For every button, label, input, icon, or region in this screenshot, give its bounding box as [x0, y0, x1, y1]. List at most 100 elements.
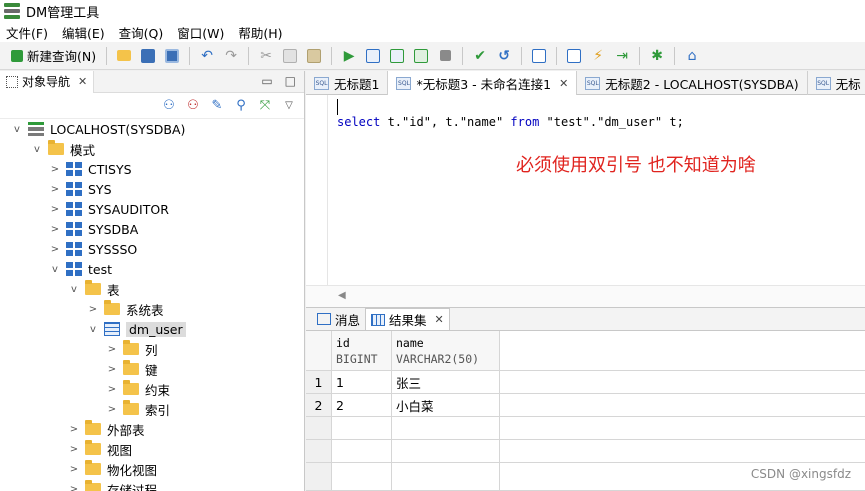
- sql-code-line[interactable]: select t."id", t."name" from "test"."dm_…: [337, 115, 684, 129]
- tree-node-schema-sys[interactable]: > SYS: [48, 179, 112, 199]
- tree-node-schema-ctisys[interactable]: > CTISYS: [48, 159, 132, 179]
- chevron-down-icon[interactable]: v: [67, 284, 81, 295]
- tree-node-materialized-views[interactable]: > 物化视图: [67, 459, 157, 479]
- tree-node-procedures[interactable]: > 存储过程: [67, 479, 157, 491]
- menu-edit[interactable]: 编辑(E): [62, 23, 105, 42]
- column-header-name[interactable]: name VARCHAR2(50): [392, 331, 500, 371]
- tree-node-views[interactable]: > 视图: [67, 439, 132, 459]
- table-row[interactable]: 1 1 张三: [306, 371, 865, 394]
- tree-node-external-tables[interactable]: > 外部表: [67, 419, 145, 439]
- tree-node-schemas[interactable]: v 模式: [30, 139, 95, 159]
- execute-script-button[interactable]: [362, 45, 384, 67]
- chevron-right-icon[interactable]: >: [48, 224, 62, 235]
- close-icon[interactable]: ✕: [78, 75, 87, 88]
- cell-name[interactable]: 小白菜: [392, 394, 500, 417]
- column-header-id[interactable]: id BIGINT: [332, 331, 392, 371]
- explain-button[interactable]: [386, 45, 408, 67]
- tab-object-navigator[interactable]: 对象导航 ✕: [0, 70, 95, 93]
- chevron-right-icon[interactable]: >: [105, 384, 119, 395]
- commit-button[interactable]: ✔: [469, 45, 491, 67]
- scroll-left-icon[interactable]: ◀: [338, 290, 346, 301]
- minimize-icon[interactable]: ▭: [261, 74, 272, 88]
- chevron-right-icon[interactable]: >: [48, 184, 62, 195]
- chevron-down-icon[interactable]: v: [10, 124, 24, 135]
- save-all-button[interactable]: [161, 45, 183, 67]
- row-number[interactable]: 1: [306, 371, 332, 394]
- tree-node-table-dm-user[interactable]: v dm_user: [86, 319, 186, 339]
- tree-node-constraints[interactable]: > 约束: [105, 379, 170, 399]
- tree-node-columns[interactable]: > 列: [105, 339, 158, 359]
- tree-node-tables[interactable]: v 表: [67, 279, 120, 299]
- chevron-right-icon[interactable]: >: [67, 444, 81, 455]
- execute-button[interactable]: ▶: [338, 45, 360, 67]
- export-button[interactable]: [410, 45, 432, 67]
- chevron-right-icon[interactable]: >: [48, 204, 62, 215]
- chevron-right-icon[interactable]: >: [105, 344, 119, 355]
- editor-horizontal-scrollbar[interactable]: ◀: [306, 285, 865, 307]
- rollback-button[interactable]: ↺: [493, 45, 515, 67]
- chevron-right-icon[interactable]: >: [48, 244, 62, 255]
- table-row[interactable]: 2 2 小白菜: [306, 394, 865, 417]
- tree-node-schema-test[interactable]: v test: [48, 259, 112, 279]
- view-menu-icon[interactable]: ▽: [280, 97, 298, 115]
- chevron-right-icon[interactable]: >: [48, 164, 62, 175]
- menu-query[interactable]: 查询(Q): [119, 23, 164, 42]
- expand-all-icon[interactable]: ⤧: [256, 97, 274, 115]
- menu-window[interactable]: 窗口(W): [177, 23, 224, 42]
- chevron-down-icon[interactable]: v: [86, 324, 100, 335]
- chevron-right-icon[interactable]: >: [67, 424, 81, 435]
- tree-node-keys[interactable]: > 键: [105, 359, 158, 379]
- tree-node-schema-sysauditor[interactable]: > SYSAUDITOR: [48, 199, 169, 219]
- tab-messages[interactable]: 消息: [312, 308, 365, 330]
- step-button[interactable]: ⇥: [611, 45, 633, 67]
- schedule-button[interactable]: [563, 45, 585, 67]
- row-number[interactable]: 2: [306, 394, 332, 417]
- debug-button[interactable]: ✱: [646, 45, 668, 67]
- chevron-right-icon[interactable]: >: [105, 404, 119, 415]
- tab-untitled-1[interactable]: SQL 无标题1: [306, 71, 389, 95]
- close-icon[interactable]: ✕: [435, 313, 444, 326]
- cut-button[interactable]: ✂: [255, 45, 277, 67]
- chevron-right-icon[interactable]: >: [86, 304, 100, 315]
- object-navigator-panel: 对象导航 ✕ ▭ □ ⚇ ⚇ ✎ ⚲ ⤧ ▽ v LOCALHOST(SYSDB…: [0, 70, 305, 491]
- tree-node-system-tables[interactable]: > 系统表: [86, 299, 164, 319]
- stop-button[interactable]: [434, 45, 456, 67]
- menu-help[interactable]: 帮助(H): [238, 23, 282, 42]
- tab-untitled-2[interactable]: SQL 无标题2 - LOCALHOST(SYSDBA): [577, 71, 808, 95]
- cell-id[interactable]: 1: [332, 371, 392, 394]
- search-icon[interactable]: ⚲: [232, 97, 250, 115]
- tree-node-schema-sysdba[interactable]: > SYSDBA: [48, 219, 138, 239]
- chevron-right-icon[interactable]: >: [105, 364, 119, 375]
- tab-untitled-overflow[interactable]: SQL 无标: [808, 71, 865, 95]
- menu-file[interactable]: 文件(F): [6, 23, 48, 42]
- open-button[interactable]: [113, 45, 135, 67]
- connect-icon[interactable]: ⚇: [160, 97, 178, 115]
- tree-node-schema-syssso[interactable]: > SYSSSO: [48, 239, 137, 259]
- copy-button[interactable]: [279, 45, 301, 67]
- tab-untitled-3[interactable]: SQL *无标题3 - 未命名连接1 ✕: [388, 71, 578, 95]
- analyze-button[interactable]: ⚡: [587, 45, 609, 67]
- paste-button[interactable]: [303, 45, 325, 67]
- new-query-button[interactable]: 新建查询(N): [7, 45, 100, 67]
- home-button[interactable]: ⌂: [681, 45, 703, 67]
- cell-id[interactable]: 2: [332, 394, 392, 417]
- sql-editor[interactable]: select t."id", t."name" from "test"."dm_…: [306, 95, 865, 285]
- chevron-down-icon[interactable]: v: [48, 264, 62, 275]
- cell-name[interactable]: 张三: [392, 371, 500, 394]
- tree-node-server[interactable]: v LOCALHOST(SYSDBA): [10, 119, 185, 139]
- chevron-right-icon[interactable]: >: [67, 484, 81, 491]
- disconnect-icon[interactable]: ⚇: [184, 97, 202, 115]
- column-type: VARCHAR2(50): [396, 351, 480, 366]
- tree-node-indexes[interactable]: > 索引: [105, 399, 170, 419]
- tab-result-set[interactable]: 结果集 ✕: [365, 308, 450, 330]
- chevron-down-icon[interactable]: v: [30, 144, 44, 155]
- undo-button[interactable]: ↶: [196, 45, 218, 67]
- calendar-button[interactable]: [528, 45, 550, 67]
- maximize-icon[interactable]: □: [285, 74, 296, 88]
- redo-button[interactable]: ↷: [220, 45, 242, 67]
- close-icon[interactable]: ✕: [559, 77, 568, 90]
- chevron-right-icon[interactable]: >: [67, 464, 81, 475]
- execute-script-icon: [366, 48, 381, 63]
- edit-icon[interactable]: ✎: [208, 97, 226, 115]
- save-button[interactable]: [137, 45, 159, 67]
